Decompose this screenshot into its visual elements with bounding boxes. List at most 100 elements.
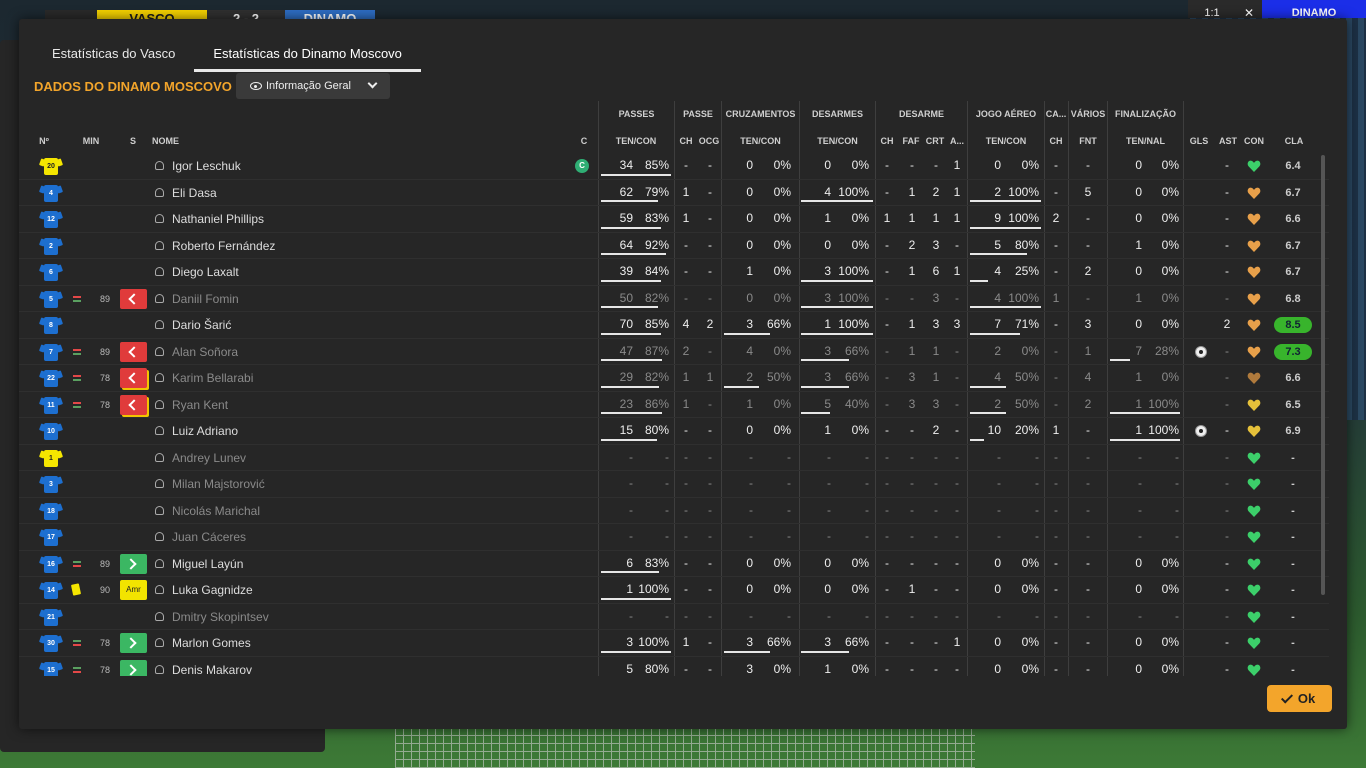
sub-in-button[interactable] bbox=[120, 633, 147, 653]
sub-out-button[interactable] bbox=[120, 288, 147, 309]
table-row[interactable]: 21 Dmitry Skopintsev - - - - - - - - - - - - - - - - - - - - bbox=[19, 604, 1329, 630]
table-row[interactable]: 5 89 Daniil Fomin 50 82% - -0 0% 3 100% - -3-4 100% 1… bbox=[19, 286, 1329, 312]
player-name[interactable]: Andrey Lunev bbox=[172, 445, 246, 471]
player-name[interactable]: Denis Makarov bbox=[172, 657, 252, 677]
table-row[interactable]: 6 Diego Laxalt 39 84% - -1 0% 3 100% -1 6 1 4 25% -2 0 0… bbox=[19, 259, 1329, 286]
player-profile-icon[interactable] bbox=[155, 346, 164, 356]
table-row[interactable]: 18 Nicolás Marichal - - - - - - - - - - - - - - - - - - - - bbox=[19, 498, 1329, 524]
player-name[interactable]: Karim Bellarabi bbox=[172, 365, 253, 391]
player-name[interactable]: Igor Leschuk bbox=[172, 153, 241, 179]
header-d-a[interactable]: A... bbox=[947, 131, 967, 153]
player-profile-icon[interactable] bbox=[155, 267, 164, 276]
sub-in-button[interactable] bbox=[120, 659, 147, 676]
tab-vasco-stats[interactable]: Estatísticas do Vasco bbox=[33, 39, 194, 72]
player-profile-icon[interactable] bbox=[155, 161, 164, 170]
player-profile-icon[interactable] bbox=[155, 611, 164, 621]
speed-button[interactable]: 1:1 bbox=[1188, 0, 1236, 18]
player-name[interactable]: Alan Soñora bbox=[172, 339, 238, 365]
header-min[interactable]: MIN bbox=[79, 131, 103, 153]
sub-out-button[interactable] bbox=[120, 394, 147, 415]
sub-in-button[interactable] bbox=[120, 553, 147, 574]
player-name[interactable]: Diego Laxalt bbox=[172, 259, 239, 285]
header-name[interactable]: NOME bbox=[152, 131, 186, 153]
yellow-card-badge[interactable]: Amr bbox=[120, 580, 147, 600]
table-row[interactable]: 20 Igor Leschuk C 34 85% - -0 0% 0 0% - - -1 0 0% - -0 0%… bbox=[19, 153, 1329, 180]
player-profile-icon[interactable] bbox=[155, 373, 164, 382]
player-name[interactable]: Nathaniel Phillips bbox=[172, 206, 264, 232]
player-name[interactable]: Nicolás Marichal bbox=[172, 498, 260, 524]
table-row[interactable]: 12 Nathaniel Phillips 59 83% 1-0 0% 1 0% 1 1 1 1 9 10… bbox=[19, 206, 1329, 233]
player-name[interactable]: Dario Šarić bbox=[172, 312, 231, 338]
player-name[interactable]: Roberto Fernández bbox=[172, 233, 275, 259]
player-name[interactable]: Juan Cáceres bbox=[172, 524, 246, 550]
header-fnt[interactable]: FNT bbox=[1069, 131, 1107, 153]
player-profile-icon[interactable] bbox=[155, 558, 164, 568]
table-row[interactable]: 7 89 Alan Soñora 47 87% 2-4 0% 3 66% -1 1-2 0% -1 7 28… bbox=[19, 339, 1329, 365]
header-gls[interactable]: GLS bbox=[1187, 131, 1211, 153]
table-row[interactable]: 16 89 Miguel Layún 6 83% - -0 0% 0 0% - - - -0 0% - -0 0%… bbox=[19, 551, 1329, 577]
player-name[interactable]: Milan Majstorović bbox=[172, 471, 265, 497]
header-fin[interactable]: TEN/NAL bbox=[1110, 131, 1181, 153]
header-captain[interactable]: C bbox=[578, 131, 590, 153]
header-cla[interactable]: CLA bbox=[1281, 131, 1307, 153]
table-row[interactable]: 11 78 Ryan Kent 23 86% 1-1 0% 5 40% -3 3-2 50% -2 1 10… bbox=[19, 392, 1329, 418]
player-profile-icon[interactable] bbox=[155, 399, 164, 409]
player-profile-icon[interactable] bbox=[155, 664, 164, 674]
player-profile-icon[interactable] bbox=[155, 638, 164, 647]
scrollbar[interactable] bbox=[1321, 155, 1325, 595]
player-profile-icon[interactable] bbox=[155, 532, 164, 541]
table-row[interactable]: 15 78 Denis Makarov 5 80% - -3 0% 1 0% - - - -0 0% - -0 0… bbox=[19, 657, 1329, 677]
table-row[interactable]: 30 78 Marlon Gomes 3 100% 1-3 66% 3 66% - - -1 0 0% - -… bbox=[19, 630, 1329, 657]
view-selector-dropdown[interactable]: Informação Geral bbox=[236, 73, 390, 99]
player-name[interactable]: Eli Dasa bbox=[172, 180, 217, 206]
tab-dinamo-stats[interactable]: Estatísticas do Dinamo Moscovo bbox=[194, 39, 421, 72]
player-profile-icon[interactable] bbox=[155, 187, 164, 197]
player-name[interactable]: Miguel Layún bbox=[172, 551, 243, 577]
table-row[interactable]: 17 Juan Cáceres - - - - - - - - - - - - - - - - - - - - bbox=[19, 524, 1329, 551]
header-ast[interactable]: AST bbox=[1216, 131, 1240, 153]
close-match-button[interactable]: ✕ bbox=[1236, 0, 1262, 18]
table-row[interactable]: 1 Andrey Lunev - - - - - - - - - - - - - - - - - - - - bbox=[19, 445, 1329, 471]
header-num[interactable]: Nº bbox=[37, 131, 51, 153]
player-profile-icon[interactable] bbox=[155, 479, 164, 488]
header-d-faf[interactable]: FAF bbox=[899, 131, 923, 153]
table-row[interactable]: 8 Dario Šarić 70 85% 4 2 3 66% 1 100% -1 3 3 7 71% -3 0 0… bbox=[19, 312, 1329, 339]
sub-out-button[interactable] bbox=[120, 341, 147, 362]
sub-out-button[interactable] bbox=[120, 368, 147, 388]
table-row[interactable]: 4 Eli Dasa 62 79% 1-0 0% 4 100% -1 2 1 2 100% -5 0 0% -6… bbox=[19, 180, 1329, 206]
player-name[interactable]: Ryan Kent bbox=[172, 392, 228, 418]
header-aereo[interactable]: TEN/CON bbox=[970, 131, 1042, 153]
player-name[interactable]: Daniil Fomin bbox=[172, 286, 239, 312]
table-row[interactable]: 3 Milan Majstorović - - - - - - - - - - - - - - - - - - - - bbox=[19, 471, 1329, 498]
table-row[interactable]: 2 Roberto Fernández 64 92% - -0 0% 0 0% -2 3-5 80% -… bbox=[19, 233, 1329, 259]
header-passe-ocg[interactable]: OCG bbox=[697, 131, 721, 153]
header-d-ch[interactable]: CH bbox=[876, 131, 898, 153]
header-con[interactable]: CON bbox=[1241, 131, 1267, 153]
header-ca-ch[interactable]: CH bbox=[1045, 131, 1067, 153]
player-profile-icon[interactable] bbox=[155, 505, 164, 515]
table-row[interactable]: 14 90 Amr Luka Gagnidze 1 100% - -0 0% 0 0% -1- -0 0%… bbox=[19, 577, 1329, 604]
header-s[interactable]: S bbox=[127, 131, 139, 153]
player-profile-icon[interactable] bbox=[155, 293, 164, 303]
table-row[interactable]: 10 Luiz Adriano 15 80% - -0 0% 1 0% - -2-10 20% 1-1 1… bbox=[19, 418, 1329, 445]
team-button[interactable]: DINAMO bbox=[1262, 0, 1366, 18]
player-profile-icon[interactable] bbox=[155, 426, 164, 435]
header-des[interactable]: TEN/CON bbox=[802, 131, 873, 153]
ok-button[interactable]: Ok bbox=[1267, 685, 1332, 712]
player-profile-icon[interactable] bbox=[155, 585, 164, 594]
header-d-crt[interactable]: CRT bbox=[923, 131, 947, 153]
player-name[interactable]: Luiz Adriano bbox=[172, 418, 238, 444]
header-passes[interactable]: TEN/CON bbox=[601, 131, 671, 153]
player-profile-icon[interactable] bbox=[155, 240, 164, 250]
player-name[interactable]: Marlon Gomes bbox=[172, 630, 251, 656]
player-profile-icon[interactable] bbox=[155, 452, 164, 462]
player-profile-icon[interactable] bbox=[155, 214, 164, 223]
header-passe-ch[interactable]: CH bbox=[675, 131, 697, 153]
player-profile-icon[interactable] bbox=[155, 320, 164, 329]
shots-pct: 0% bbox=[1161, 184, 1179, 199]
table-row[interactable]: 22 78 Karim Bellarabi 29 82% 1 1 2 50% 3 66% -3 1-4 5… bbox=[19, 365, 1329, 392]
player-name[interactable]: Dmitry Skopintsev bbox=[172, 604, 269, 630]
header-cruz[interactable]: TEN/CON bbox=[724, 131, 797, 153]
player-name[interactable]: Luka Gagnidze bbox=[172, 577, 253, 603]
tackles-pct: - bbox=[865, 608, 869, 623]
